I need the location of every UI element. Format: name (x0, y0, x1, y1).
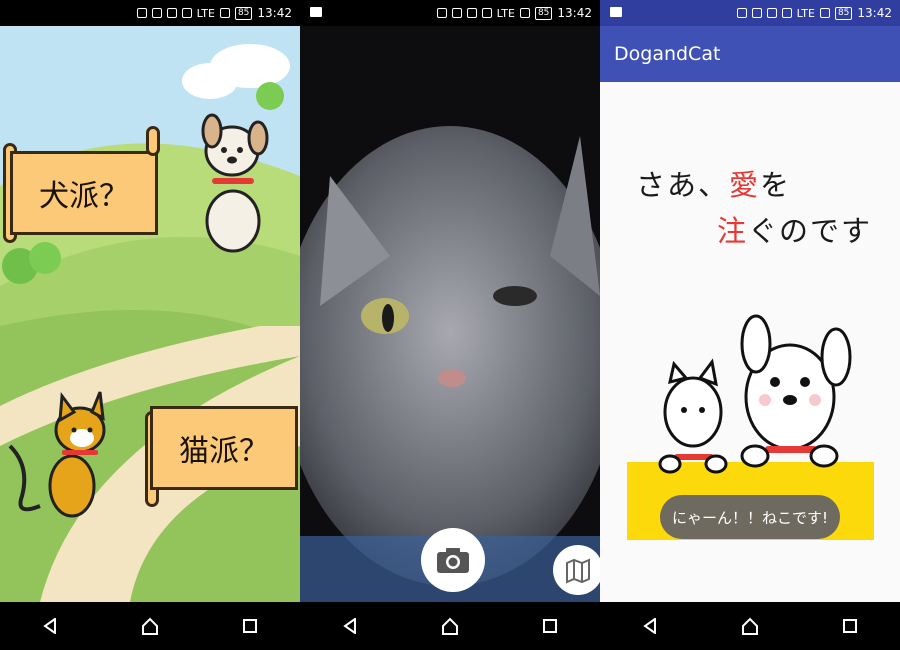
vibrate-icon (481, 8, 492, 18)
scroll-roll-top (146, 126, 160, 156)
home-button[interactable] (730, 606, 770, 646)
cat-greeting-label: にゃーん！！ねこです! (671, 508, 828, 527)
home-icon (442, 617, 458, 635)
recents-button[interactable] (830, 606, 870, 646)
phone-screen-camera: LTE 85 13:42 (300, 0, 600, 650)
result-screen: さあ、愛を 注ぐのです にゃーん！！ねこです! (600, 82, 900, 602)
recents-icon (543, 619, 557, 633)
navigation-bar (600, 602, 900, 650)
nfc-icon (166, 8, 177, 18)
cat-greeting-button[interactable]: にゃーん！！ねこです! (660, 495, 840, 539)
cat-choice-label: 猫派？ (179, 434, 269, 469)
cast-icon (136, 8, 147, 18)
network-type: LTE (496, 6, 515, 20)
battery-level: 85 (834, 6, 853, 20)
back-icon (43, 618, 56, 634)
nfc-icon (766, 8, 777, 18)
location-icon (451, 8, 462, 18)
signal-icon (519, 8, 530, 18)
signal-icon (219, 8, 230, 18)
back-button[interactable] (630, 606, 670, 646)
clock: 13:42 (257, 6, 292, 20)
cast-icon (736, 8, 747, 18)
back-button[interactable] (30, 606, 70, 646)
signal-icon (819, 8, 830, 18)
navigation-bar (0, 602, 300, 650)
home-icon (142, 617, 158, 635)
phone-screen-choose: LTE 85 13:42 犬派？ 猫派？ (0, 0, 300, 650)
location-icon (751, 8, 762, 18)
vibrate-icon (781, 8, 792, 18)
dog-and-cat-illustration (658, 314, 852, 474)
capture-button[interactable] (421, 528, 485, 592)
battery-level: 85 (534, 6, 553, 20)
clock: 13:42 (557, 6, 592, 20)
cat-photo (300, 26, 600, 602)
meadow-background (0, 26, 300, 602)
status-bar: LTE 85 13:42 (0, 0, 300, 26)
network-type: LTE (196, 6, 215, 20)
back-icon (343, 618, 356, 634)
map-icon (566, 558, 590, 584)
location-icon (151, 8, 162, 18)
nfc-icon (466, 8, 477, 18)
clock: 13:42 (857, 6, 892, 20)
back-button[interactable] (330, 606, 370, 646)
recents-button[interactable] (230, 606, 270, 646)
cat-choice-button[interactable]: 猫派？ (150, 406, 298, 490)
navigation-bar (300, 602, 600, 650)
recents-icon (843, 619, 857, 633)
app-bar: DogandCat (600, 26, 900, 82)
home-icon (742, 617, 758, 635)
status-bar: LTE 85 13:42 (300, 0, 600, 26)
map-button[interactable] (553, 545, 600, 595)
dog-choice-label: 犬派？ (39, 179, 129, 214)
video-record-icon (610, 7, 622, 17)
home-button[interactable] (430, 606, 470, 646)
recents-button[interactable] (530, 606, 570, 646)
app-title: DogandCat (614, 43, 721, 65)
dog-choice-button[interactable]: 犬派？ (10, 151, 158, 235)
back-icon (643, 618, 656, 634)
phone-screen-result: LTE 85 13:42 DogandCat さあ、愛を 注ぐのです にゃーん！… (600, 0, 900, 650)
camera-preview (300, 26, 600, 602)
battery-level: 85 (234, 6, 253, 20)
network-type: LTE (796, 6, 815, 20)
recents-icon (243, 619, 257, 633)
vibrate-icon (181, 8, 192, 18)
cast-icon (436, 8, 447, 18)
camera-icon (437, 548, 469, 573)
choose-screen: 犬派？ 猫派？ (0, 26, 300, 602)
video-record-icon (310, 7, 322, 17)
home-button[interactable] (130, 606, 170, 646)
status-bar: LTE 85 13:42 (600, 0, 900, 26)
